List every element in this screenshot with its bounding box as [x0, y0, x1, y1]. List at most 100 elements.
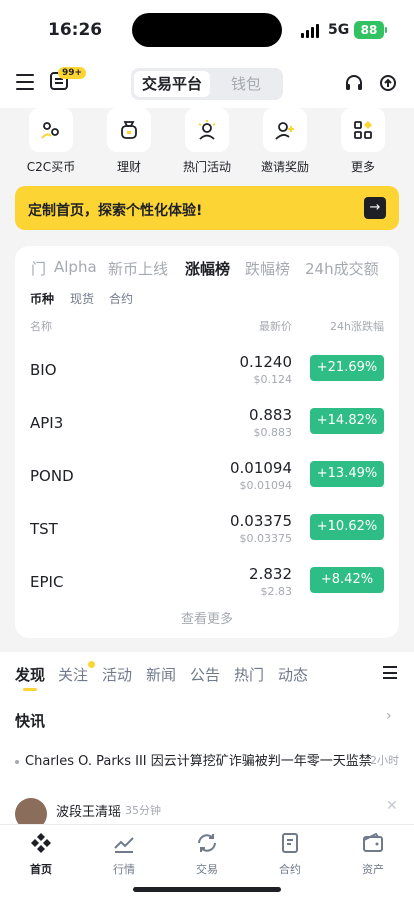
view-more-link[interactable]: 查看更多 [15, 608, 399, 627]
row-price: 0.01094 [229, 459, 292, 477]
banner-text: 定制首页，探索个性化体验! [28, 203, 203, 219]
top-header: 99+ 交易平台 钱包 [0, 58, 414, 108]
tab-losers[interactable]: 跌幅榜 [245, 258, 290, 279]
feed-menu-icon[interactable] [383, 666, 397, 679]
tab-activities[interactable]: 活动 [102, 664, 132, 685]
message-badge: 99+ [58, 67, 87, 79]
row-usd-price: $0.01094 [239, 479, 293, 492]
bottom-nav: 首页 行情 交易 合约 资产 [0, 824, 414, 900]
feed-tabs: 发现 关注 活动 新闻 公告 热门 动态 [0, 652, 414, 702]
tab-wallet[interactable]: 钱包 [211, 71, 281, 97]
row-price: 0.883 [249, 406, 292, 424]
status-bar: 16:26 5G 88 [0, 0, 414, 58]
subtab-spot[interactable]: 现货 [70, 290, 94, 307]
market-row[interactable]: TST 0.03375 $0.03375 +10.62% [15, 508, 399, 560]
column-change: 24h涨跌幅 [330, 320, 384, 333]
row-symbol: EPIC [30, 573, 64, 591]
row-change-badge: +8.42% [310, 567, 384, 593]
market-tabs: 门 Alpha 新币上线 涨幅榜 跌幅榜 24h成交额 [15, 258, 399, 280]
market-row[interactable]: POND 0.01094 $0.01094 +13.49% [15, 455, 399, 507]
quick-action-more[interactable]: 更多 [324, 108, 402, 175]
subtab-coin[interactable]: 币种 [30, 290, 54, 307]
post-time: 35分钟 [125, 804, 161, 817]
quick-action-c2c[interactable]: C2C买币 [12, 108, 90, 175]
home-icon [31, 833, 51, 853]
tab-alpha[interactable]: Alpha [54, 258, 97, 276]
platform-switch: 交易平台 钱包 [131, 68, 283, 100]
quick-action-label: 邀请奖励 [260, 160, 309, 174]
column-name: 名称 [30, 320, 52, 333]
nav-markets[interactable]: 行情 [94, 831, 154, 877]
market-row[interactable]: BIO 0.1240 $0.124 +21.69% [15, 349, 399, 401]
nav-futures[interactable]: 合约 [260, 831, 320, 877]
row-usd-price: $2.83 [260, 585, 293, 598]
market-row[interactable]: EPIC 2.832 $2.83 +8.42% [15, 561, 399, 613]
tab-gainers[interactable]: 涨幅榜 [185, 258, 230, 279]
post-username[interactable]: 波段王清瑶 [56, 801, 121, 820]
tab-new-listing[interactable]: 新币上线 [108, 258, 168, 279]
news-section: 快讯 › Charles O. Parks III 因云计算挖矿诈骗被判一年零一… [0, 702, 414, 842]
tab-news[interactable]: 新闻 [146, 664, 176, 685]
news-headline[interactable]: Charles O. Parks III 因云计算挖矿诈骗被判一年零一天监禁 [15, 750, 372, 769]
wallet-icon [363, 832, 383, 852]
chevron-right-icon[interactable]: › [386, 708, 392, 724]
tab-volume[interactable]: 24h成交额 [305, 258, 379, 279]
arrow-right-icon[interactable]: → [364, 197, 386, 219]
customize-banner[interactable]: 定制首页，探索个性化体验! → [15, 186, 399, 230]
tab-announcements[interactable]: 公告 [190, 664, 220, 685]
quick-actions: C2C买币 理财 热门活动 邀请奖励 更多 [0, 108, 414, 176]
row-symbol: POND [30, 467, 74, 485]
tab-following[interactable]: 关注 [58, 664, 88, 685]
market-card: 门 Alpha 新币上线 涨幅榜 跌幅榜 24h成交额 币种 现货 合约 名称 … [15, 246, 399, 638]
row-change-badge: +10.62% [310, 514, 384, 540]
headset-icon[interactable] [344, 73, 364, 93]
battery-icon: 88 [354, 21, 387, 39]
quick-action-label: 热门活动 [182, 160, 231, 174]
quick-action-label: 理财 [116, 160, 141, 174]
event-icon [185, 108, 229, 152]
quick-action-events[interactable]: 热门活动 [168, 108, 246, 175]
menu-icon[interactable] [16, 74, 34, 90]
nav-label: 资产 [362, 863, 384, 876]
quick-action-earn[interactable]: 理财 [90, 108, 168, 175]
nav-trade[interactable]: 交易 [177, 831, 237, 877]
tab-trending[interactable]: 热门 [234, 664, 264, 685]
home-indicator[interactable] [133, 887, 281, 892]
close-icon[interactable]: ✕ [386, 798, 398, 814]
moneybag-icon [107, 108, 151, 152]
c2c-icon [29, 108, 73, 152]
nav-assets[interactable]: 资产 [343, 831, 403, 877]
quick-action-label: C2C买币 [26, 160, 76, 174]
grid-icon [341, 108, 385, 152]
row-usd-price: $0.883 [253, 426, 293, 439]
nav-label: 行情 [113, 863, 135, 876]
nav-home[interactable]: 首页 [11, 831, 71, 877]
status-time: 16:26 [48, 20, 103, 40]
row-price: 0.03375 [229, 512, 292, 530]
row-usd-price: $0.03375 [239, 532, 293, 545]
column-price: 最新价 [259, 320, 292, 333]
tab-hot[interactable]: 门 [31, 258, 46, 279]
headline-text: Charles O. Parks III 因云计算挖矿诈骗被判一年零一天监禁 [25, 754, 372, 769]
network-label: 5G [328, 22, 350, 38]
headline-time: 2小时 [370, 754, 399, 767]
nav-label: 合约 [279, 863, 301, 876]
unread-dot [88, 661, 95, 668]
nav-label: 首页 [30, 863, 52, 876]
row-usd-price: $0.124 [253, 373, 293, 386]
row-change-badge: +13.49% [310, 461, 384, 487]
active-tab-indicator [23, 688, 37, 691]
market-row[interactable]: API3 0.883 $0.883 +14.82% [15, 402, 399, 454]
tab-exchange[interactable]: 交易平台 [134, 71, 210, 97]
quick-action-label: 更多 [350, 160, 375, 174]
subtab-futures[interactable]: 合约 [109, 290, 133, 307]
chart-icon [114, 837, 134, 853]
row-price: 2.832 [249, 565, 292, 583]
row-change-badge: +14.82% [310, 408, 384, 434]
share-icon[interactable] [378, 73, 398, 93]
tab-updates[interactable]: 动态 [278, 664, 308, 685]
row-price: 0.1240 [239, 353, 293, 371]
row-symbol: TST [30, 520, 58, 538]
tab-discover[interactable]: 发现 [15, 664, 45, 685]
quick-action-invite[interactable]: 邀请奖励 [246, 108, 324, 175]
